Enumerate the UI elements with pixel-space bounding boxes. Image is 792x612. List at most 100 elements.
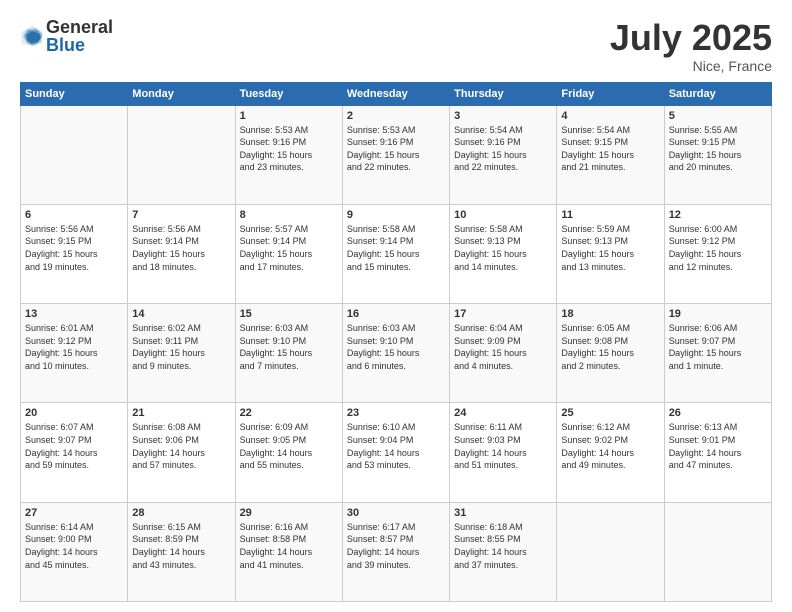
day-info: Sunrise: 6:14 AM Sunset: 9:00 PM Dayligh… (25, 521, 123, 571)
page-header: General Blue July 2025 Nice, France (20, 18, 772, 74)
table-row: 17 Sunrise: 6:04 AM Sunset: 9:09 PM Dayli… (450, 304, 557, 403)
day-number: 31 (454, 507, 552, 519)
calendar-week-row: 20 Sunrise: 6:07 AM Sunset: 9:07 PM Dayli… (21, 403, 772, 502)
day-number: 13 (25, 308, 123, 320)
day-info: Sunrise: 6:06 AM Sunset: 9:07 PM Dayligh… (669, 322, 767, 372)
day-info: Sunrise: 6:11 AM Sunset: 9:03 PM Dayligh… (454, 421, 552, 471)
table-row (21, 105, 128, 204)
day-number: 20 (25, 407, 123, 419)
header-saturday: Saturday (664, 82, 771, 105)
logo: General Blue (20, 18, 113, 54)
day-info: Sunrise: 6:03 AM Sunset: 9:10 PM Dayligh… (347, 322, 445, 372)
location: Nice, France (610, 58, 772, 74)
table-row: 6 Sunrise: 5:56 AM Sunset: 9:15 PM Daylig… (21, 204, 128, 303)
table-row: 23 Sunrise: 6:10 AM Sunset: 9:04 PM Dayli… (342, 403, 449, 502)
day-number: 14 (132, 308, 230, 320)
day-number: 23 (347, 407, 445, 419)
day-info: Sunrise: 6:00 AM Sunset: 9:12 PM Dayligh… (669, 223, 767, 273)
table-row (664, 502, 771, 601)
header-tuesday: Tuesday (235, 82, 342, 105)
header-wednesday: Wednesday (342, 82, 449, 105)
table-row: 8Sunrise: 5:57 AM Sunset: 9:14 PM Daylig… (235, 204, 342, 303)
day-number: 21 (132, 407, 230, 419)
table-row (557, 502, 664, 601)
header-thursday: Thursday (450, 82, 557, 105)
day-info: Sunrise: 5:59 AM Sunset: 9:13 PM Dayligh… (561, 223, 659, 273)
day-number: 28 (132, 507, 230, 519)
table-row: 27Sunrise: 6:14 AM Sunset: 9:00 PM Dayli… (21, 502, 128, 601)
day-number: 10 (454, 209, 552, 221)
day-info: Sunrise: 6:04 AM Sunset: 9:09 PM Dayligh… (454, 322, 552, 372)
day-info: Sunrise: 6:09 AM Sunset: 9:05 PM Dayligh… (240, 421, 338, 471)
table-row: 3 Sunrise: 5:54 AM Sunset: 9:16 PM Daylig… (450, 105, 557, 204)
table-row: 18Sunrise: 6:05 AM Sunset: 9:08 PM Dayli… (557, 304, 664, 403)
day-info: Sunrise: 5:53 AM Sunset: 9:16 PM Dayligh… (240, 124, 338, 174)
table-row: 14 Sunrise: 6:02 AM Sunset: 9:11 PM Dayli… (128, 304, 235, 403)
day-number: 9 (347, 209, 445, 221)
table-row: 24 Sunrise: 6:11 AM Sunset: 9:03 PM Dayli… (450, 403, 557, 502)
day-number: 5 (669, 110, 767, 122)
logo-icon (20, 24, 44, 48)
day-info: Sunrise: 5:58 AM Sunset: 9:14 PM Dayligh… (347, 223, 445, 273)
table-row (128, 105, 235, 204)
day-info: Sunrise: 6:08 AM Sunset: 9:06 PM Dayligh… (132, 421, 230, 471)
table-row: 25 Sunrise: 6:12 AM Sunset: 9:02 PM Dayli… (557, 403, 664, 502)
table-row: 30 Sunrise: 6:17 AM Sunset: 8:57 PM Dayli… (342, 502, 449, 601)
table-row: 9 Sunrise: 5:58 AM Sunset: 9:14 PM Daylig… (342, 204, 449, 303)
day-number: 12 (669, 209, 767, 221)
calendar-header-row: Sunday Monday Tuesday Wednesday Thursday… (21, 82, 772, 105)
day-number: 26 (669, 407, 767, 419)
day-number: 4 (561, 110, 659, 122)
day-info: Sunrise: 5:54 AM Sunset: 9:15 PM Dayligh… (561, 124, 659, 174)
day-info: Sunrise: 5:58 AM Sunset: 9:13 PM Dayligh… (454, 223, 552, 273)
table-row: 31 Sunrise: 6:18 AM Sunset: 8:55 PM Dayli… (450, 502, 557, 601)
day-info: Sunrise: 5:55 AM Sunset: 9:15 PM Dayligh… (669, 124, 767, 174)
calendar-week-row: 6 Sunrise: 5:56 AM Sunset: 9:15 PM Daylig… (21, 204, 772, 303)
day-number: 6 (25, 209, 123, 221)
day-info: Sunrise: 6:18 AM Sunset: 8:55 PM Dayligh… (454, 521, 552, 571)
table-row: 13 Sunrise: 6:01 AM Sunset: 9:12 PM Dayli… (21, 304, 128, 403)
day-number: 24 (454, 407, 552, 419)
logo-blue-text: Blue (46, 36, 113, 54)
day-number: 30 (347, 507, 445, 519)
month-title: July 2025 (610, 18, 772, 58)
calendar-table: Sunday Monday Tuesday Wednesday Thursday… (20, 82, 772, 602)
table-row: 1 Sunrise: 5:53 AM Sunset: 9:16 PM Daylig… (235, 105, 342, 204)
day-info: Sunrise: 5:53 AM Sunset: 9:16 PM Dayligh… (347, 124, 445, 174)
day-number: 18 (561, 308, 659, 320)
day-info: Sunrise: 6:07 AM Sunset: 9:07 PM Dayligh… (25, 421, 123, 471)
day-info: Sunrise: 6:10 AM Sunset: 9:04 PM Dayligh… (347, 421, 445, 471)
day-info: Sunrise: 6:02 AM Sunset: 9:11 PM Dayligh… (132, 322, 230, 372)
table-row: 19Sunrise: 6:06 AM Sunset: 9:07 PM Dayli… (664, 304, 771, 403)
table-row: 11 Sunrise: 5:59 AM Sunset: 9:13 PM Dayli… (557, 204, 664, 303)
logo-general-text: General (46, 18, 113, 36)
day-number: 15 (240, 308, 338, 320)
table-row: 15 Sunrise: 6:03 AM Sunset: 9:10 PM Dayli… (235, 304, 342, 403)
day-info: Sunrise: 6:03 AM Sunset: 9:10 PM Dayligh… (240, 322, 338, 372)
day-info: Sunrise: 6:16 AM Sunset: 8:58 PM Dayligh… (240, 521, 338, 571)
table-row: 7Sunrise: 5:56 AM Sunset: 9:14 PM Daylig… (128, 204, 235, 303)
day-info: Sunrise: 5:56 AM Sunset: 9:14 PM Dayligh… (132, 223, 230, 273)
table-row: 26 Sunrise: 6:13 AM Sunset: 9:01 PM Dayli… (664, 403, 771, 502)
table-row: 29Sunrise: 6:16 AM Sunset: 8:58 PM Dayli… (235, 502, 342, 601)
table-row: 22 Sunrise: 6:09 AM Sunset: 9:05 PM Dayli… (235, 403, 342, 502)
day-number: 11 (561, 209, 659, 221)
calendar-week-row: 1 Sunrise: 5:53 AM Sunset: 9:16 PM Daylig… (21, 105, 772, 204)
day-number: 1 (240, 110, 338, 122)
day-info: Sunrise: 5:56 AM Sunset: 9:15 PM Dayligh… (25, 223, 123, 273)
day-info: Sunrise: 5:54 AM Sunset: 9:16 PM Dayligh… (454, 124, 552, 174)
table-row: 10 Sunrise: 5:58 AM Sunset: 9:13 PM Dayli… (450, 204, 557, 303)
header-sunday: Sunday (21, 82, 128, 105)
header-monday: Monday (128, 82, 235, 105)
day-info: Sunrise: 6:01 AM Sunset: 9:12 PM Dayligh… (25, 322, 123, 372)
calendar-week-row: 13 Sunrise: 6:01 AM Sunset: 9:12 PM Dayli… (21, 304, 772, 403)
day-number: 22 (240, 407, 338, 419)
day-info: Sunrise: 6:12 AM Sunset: 9:02 PM Dayligh… (561, 421, 659, 471)
title-block: July 2025 Nice, France (610, 18, 772, 74)
day-info: Sunrise: 6:13 AM Sunset: 9:01 PM Dayligh… (669, 421, 767, 471)
day-number: 25 (561, 407, 659, 419)
day-info: Sunrise: 6:17 AM Sunset: 8:57 PM Dayligh… (347, 521, 445, 571)
table-row: 5 Sunrise: 5:55 AM Sunset: 9:15 PM Daylig… (664, 105, 771, 204)
day-number: 3 (454, 110, 552, 122)
day-number: 17 (454, 308, 552, 320)
